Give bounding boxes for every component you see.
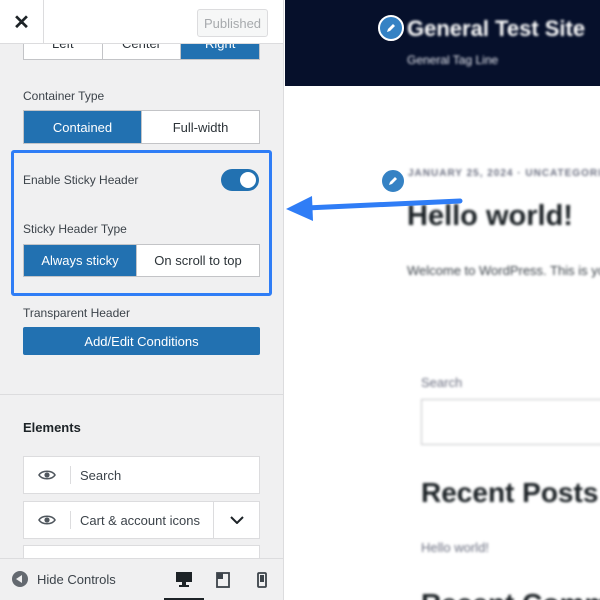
transparent-header-label: Transparent Header <box>23 306 130 320</box>
element-label-cart-account: Cart & account icons <box>80 513 200 528</box>
post-title[interactable]: Hello world! <box>407 200 573 233</box>
eye-icon[interactable] <box>24 502 70 538</box>
enable-sticky-header-label: Enable Sticky Header <box>23 173 139 187</box>
hide-controls-label: Hide Controls <box>37 571 116 587</box>
row-separator <box>70 466 71 484</box>
chevron-down-icon[interactable] <box>213 502 259 538</box>
hide-controls-button[interactable]: Hide Controls <box>12 571 116 587</box>
always-sticky-option[interactable]: Always sticky <box>24 245 136 276</box>
sticky-header-type-label: Sticky Header Type <box>23 222 127 236</box>
sticky-header-type-segmented-control: Always sticky On scroll to top <box>23 244 260 277</box>
edit-pencil-icon[interactable] <box>378 15 404 41</box>
site-title[interactable]: General Test Site <box>407 16 585 42</box>
element-row-search: Search <box>23 456 260 494</box>
element-row-cart-account: Cart & account icons <box>23 501 260 539</box>
section-divider <box>0 394 283 395</box>
container-type-label: Container Type <box>23 89 105 103</box>
row-separator <box>70 511 71 529</box>
search-widget-input[interactable] <box>421 399 600 445</box>
customizer-top-bar: ✕ Published <box>0 0 283 44</box>
desktop-icon[interactable] <box>164 559 204 600</box>
collapse-arrow-icon <box>12 571 28 587</box>
recent-post-link[interactable]: Hello world! <box>421 540 489 555</box>
recent-posts-heading: Recent Posts <box>421 477 599 508</box>
elements-heading: Elements <box>23 420 81 435</box>
enable-sticky-header-toggle[interactable] <box>221 169 259 191</box>
site-tagline: General Tag Line <box>407 53 499 67</box>
customizer-sidebar: ✕ Published Left Center Right Container … <box>0 0 284 600</box>
customizer-footer: Hide Controls <box>0 558 283 600</box>
tablet-icon[interactable] <box>203 559 243 600</box>
post-meta: JANUARY 25, 2024 · UNCATEGORIZED <box>408 168 600 179</box>
container-full-width-option[interactable]: Full-width <box>141 111 259 143</box>
on-scroll-to-top-option[interactable]: On scroll to top <box>136 245 259 276</box>
edit-pencil-icon[interactable] <box>380 168 406 194</box>
add-edit-conditions-button[interactable]: Add/Edit Conditions <box>23 327 260 355</box>
mobile-icon[interactable] <box>242 559 282 600</box>
site-preview: General Test Site General Tag Line JANUA… <box>285 0 600 600</box>
container-contained-option[interactable]: Contained <box>24 111 141 143</box>
search-widget-label: Search <box>421 375 463 390</box>
close-icon: ✕ <box>13 11 30 34</box>
container-type-segmented-control: Contained Full-width <box>23 110 260 144</box>
post-excerpt: Welcome to WordPress. This is your first… <box>407 263 600 278</box>
published-button[interactable]: Published <box>197 9 268 37</box>
element-label-search: Search <box>80 468 122 483</box>
close-customizer-button[interactable]: ✕ <box>0 0 44 44</box>
toggle-knob <box>240 172 256 188</box>
recent-comments-heading: Recent Comments <box>421 588 600 600</box>
eye-icon[interactable] <box>24 457 70 493</box>
site-header: General Test Site General Tag Line <box>285 0 600 86</box>
